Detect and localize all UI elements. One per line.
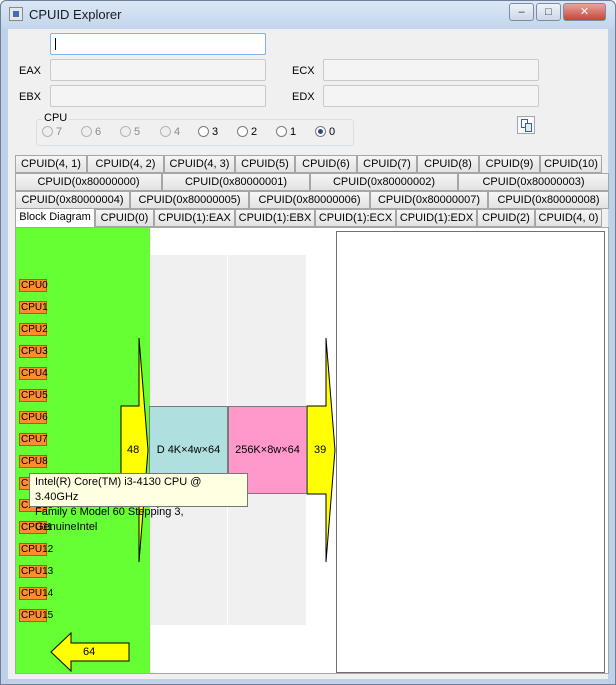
app-icon	[9, 7, 23, 21]
title-bar[interactable]: CPUID Explorer – □ ✕	[1, 1, 615, 29]
radio-indicator	[315, 126, 326, 137]
tab-cpuid-0x80000003[interactable]: CPUID(0x80000003)	[458, 173, 609, 191]
maximize-button[interactable]: □	[536, 3, 561, 21]
cpuid-input[interactable]	[50, 33, 266, 55]
tab-cpuid-1-edx[interactable]: CPUID(1):EDX	[396, 209, 477, 227]
cpu-group-label: CPU	[42, 112, 70, 124]
radio-label: 3	[212, 126, 219, 138]
cpu-radio-1[interactable]: 1	[276, 126, 296, 140]
ecx-field[interactable]	[323, 59, 539, 81]
tab-cpuid-0x80000000[interactable]: CPUID(0x80000000)	[15, 173, 162, 191]
minimize-button[interactable]: –	[509, 3, 534, 21]
tab-cpuid-5[interactable]: CPUID(5)	[235, 155, 295, 173]
ecx-label: ECX	[292, 65, 315, 77]
radio-indicator	[276, 126, 287, 137]
tab-cpuid-0x80000007[interactable]: CPUID(0x80000007)	[370, 191, 488, 209]
radio-label: 1	[290, 126, 297, 138]
tab-cpuid-0x80000008[interactable]: CPUID(0x80000008)	[488, 191, 609, 209]
cpu-radio-7[interactable]: 7	[42, 126, 62, 140]
tab-cpuid-0x80000004[interactable]: CPUID(0x80000004)	[15, 191, 130, 209]
text-caret	[55, 38, 56, 50]
tab-cpuid-9[interactable]: CPUID(9)	[479, 155, 540, 173]
radio-label: 5	[134, 126, 141, 138]
eax-field[interactable]	[50, 59, 266, 81]
eax-label: EAX	[19, 65, 42, 77]
radio-label: 7	[56, 126, 63, 138]
l2-cache-label: 256K×8w×64	[235, 444, 300, 456]
copy-button[interactable]	[517, 116, 535, 134]
edx-field[interactable]	[323, 85, 539, 107]
radio-label: 6	[95, 126, 102, 138]
tab-cpuid-4-2[interactable]: CPUID(4, 2)	[87, 155, 164, 173]
radio-label: 2	[251, 126, 258, 138]
radio-indicator	[237, 126, 248, 137]
tab-cpuid-8[interactable]: CPUID(8)	[417, 155, 479, 173]
copy-icon-front	[525, 123, 532, 132]
window-title: CPUID Explorer	[29, 7, 122, 22]
tab-block-diagram[interactable]: Block Diagram	[15, 208, 95, 228]
tab-cpuid-4-0[interactable]: CPUID(4, 0)	[535, 209, 602, 227]
edx-label: EDX	[292, 91, 315, 103]
close-button[interactable]: ✕	[563, 3, 606, 21]
cpu-radio-0[interactable]: 0	[315, 126, 335, 140]
cpu-radio-2[interactable]: 2	[237, 126, 257, 140]
tab-cpuid-1-eax[interactable]: CPUID(1):EAX	[154, 209, 235, 227]
radio-label: 0	[329, 126, 336, 138]
tab-cpuid-7[interactable]: CPUID(7)	[357, 155, 417, 173]
tab-cpuid-4-1[interactable]: CPUID(4, 1)	[15, 155, 87, 173]
tooltip-line-1: Intel(R) Core(TM) i3-4130 CPU @ 3.40GHz	[35, 476, 202, 503]
ebx-field[interactable]	[50, 85, 266, 107]
app-window: CPUID Explorer – □ ✕ EAX ECX EBX EDX CPU…	[0, 0, 616, 685]
block-diagram-panel: CPU0CPU1CPU2CPU3CPU4CPU5CPU6CPU7CPU8CPU9…	[15, 227, 609, 674]
tab-cpuid-1-ecx[interactable]: CPUID(1):ECX	[315, 209, 396, 227]
cpu-radio-6[interactable]: 6	[81, 126, 101, 140]
tab-cpuid-2[interactable]: CPUID(2)	[477, 209, 535, 227]
left-bus-width: 48	[127, 444, 140, 456]
client-area: EAX ECX EBX EDX CPU 7 6 5 4 3 2 1 0 CPUID(4, 1)…	[8, 29, 609, 679]
cpu-radio-3[interactable]: 3	[198, 126, 218, 140]
radio-indicator	[42, 126, 53, 137]
tab-cpuid-0x80000001[interactable]: CPUID(0x80000001)	[162, 173, 310, 191]
detail-panel	[336, 231, 605, 673]
tab-cpuid-10[interactable]: CPUID(10)	[540, 155, 602, 173]
cpu-radio-5[interactable]: 5	[120, 126, 140, 140]
radio-label: 4	[174, 126, 181, 138]
bottom-bus-width: 64	[83, 646, 96, 658]
right-bus-width: 39	[314, 444, 327, 456]
radio-indicator	[160, 126, 171, 137]
radio-indicator	[120, 126, 131, 137]
tooltip-line-2: Family 6 Model 60 Stepping 3, GenuineInt…	[35, 506, 184, 533]
tab-cpuid-0x80000005[interactable]: CPUID(0x80000005)	[130, 191, 249, 209]
tab-cpuid-0x80000006[interactable]: CPUID(0x80000006)	[249, 191, 370, 209]
tab-cpuid-1-ebx[interactable]: CPUID(1):EBX	[235, 209, 315, 227]
ebx-label: EBX	[19, 91, 42, 103]
radio-indicator	[198, 126, 209, 137]
cpu-radio-4[interactable]: 4	[160, 126, 180, 140]
tab-cpuid-6[interactable]: CPUID(6)	[295, 155, 357, 173]
tab-cpuid-4-3[interactable]: CPUID(4, 3)	[164, 155, 235, 173]
tab-cpuid-0x80000002[interactable]: CPUID(0x80000002)	[310, 173, 458, 191]
cpu-tooltip: Intel(R) Core(TM) i3-4130 CPU @ 3.40GHz …	[29, 473, 248, 533]
l1-cache-label: D 4K×4w×64	[156, 444, 221, 456]
radio-indicator	[81, 126, 92, 137]
tab-cpuid-0[interactable]: CPUID(0)	[95, 209, 154, 227]
